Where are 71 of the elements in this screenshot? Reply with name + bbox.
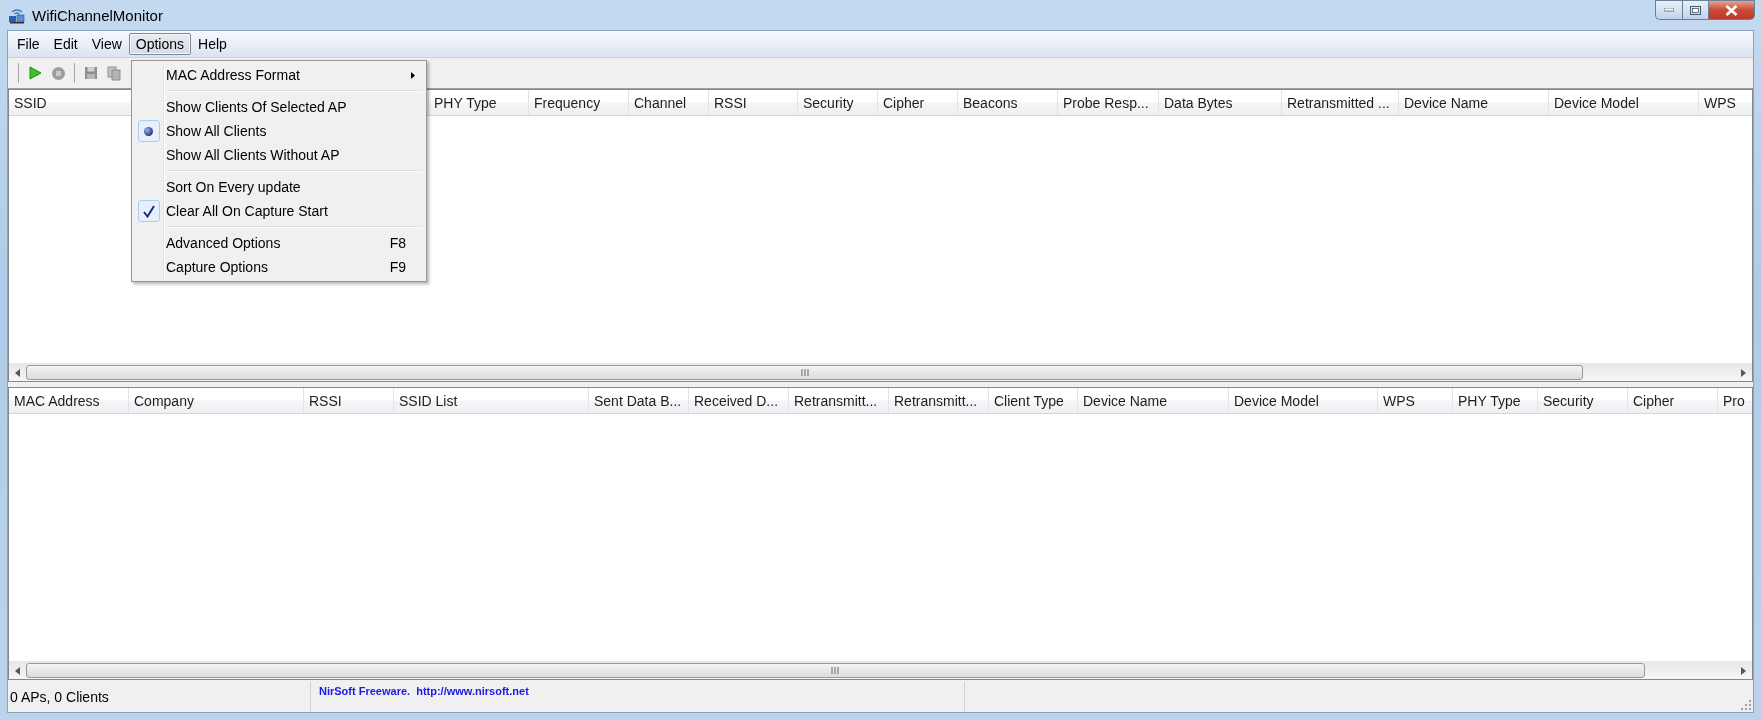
column-header[interactable]: Device Model <box>1549 90 1699 115</box>
column-header[interactable]: RSSI <box>304 388 394 413</box>
column-header[interactable]: Channel <box>629 90 709 115</box>
column-header[interactable]: Retransmitted ... <box>1282 90 1399 115</box>
menu-bar-item[interactable]: Options <box>128 33 192 55</box>
resize-grip-icon[interactable] <box>1741 700 1751 710</box>
status-text: 0 APs, 0 Clients <box>10 689 109 705</box>
menu-item[interactable]: Show All Clients Without AP <box>134 143 424 167</box>
menu-bar-item[interactable]: View <box>84 33 129 55</box>
column-header[interactable]: WPS <box>1699 90 1752 115</box>
column-header[interactable]: Security <box>1538 388 1628 413</box>
column-header[interactable]: PHY Type <box>429 90 529 115</box>
column-header[interactable]: WPS <box>1378 388 1453 413</box>
submenu-arrow-icon <box>411 71 415 79</box>
column-header[interactable]: Cipher <box>1628 388 1718 413</box>
maximize-button[interactable] <box>1682 0 1709 20</box>
close-button[interactable] <box>1709 0 1755 20</box>
column-header[interactable]: Probe Resp... <box>1058 90 1159 115</box>
horizontal-scrollbar[interactable] <box>9 363 1752 381</box>
window-title: WifiChannelMonitor <box>32 6 163 24</box>
column-header[interactable]: Data Bytes <box>1159 90 1282 115</box>
menu-item[interactable]: Clear All On Capture Start <box>134 199 424 223</box>
scroll-thumb[interactable] <box>26 365 1584 380</box>
play-icon <box>28 66 42 80</box>
maximize-icon <box>1690 5 1701 15</box>
column-header[interactable]: Security <box>798 90 878 115</box>
minimize-button[interactable] <box>1655 0 1682 20</box>
stop-icon <box>50 65 66 81</box>
menu-item[interactable]: Sort On Every update <box>134 175 424 199</box>
column-header[interactable]: RSSI <box>709 90 798 115</box>
column-header[interactable]: Cipher <box>878 90 958 115</box>
column-header[interactable]: Device Name <box>1399 90 1549 115</box>
website-link[interactable]: NirSoft Freeware. http://www.nirsoft.net <box>319 685 529 697</box>
column-header[interactable]: MAC Address <box>9 388 129 413</box>
wifi-computer-icon <box>8 6 26 24</box>
close-icon <box>1725 4 1738 16</box>
column-header[interactable]: Received D... <box>689 388 789 413</box>
menu-bar-item[interactable]: Edit <box>46 33 85 55</box>
scroll-right-icon[interactable] <box>1741 666 1746 675</box>
scroll-left-icon[interactable] <box>15 666 20 675</box>
column-header[interactable]: SSID List <box>394 388 589 413</box>
column-header[interactable]: Beacons <box>958 90 1058 115</box>
scroll-left-icon[interactable] <box>15 368 20 377</box>
grip-icon <box>800 369 809 376</box>
column-header[interactable]: Frequency <box>529 90 629 115</box>
column-header[interactable]: Device Name <box>1078 388 1229 413</box>
column-header[interactable]: Retransmitt... <box>889 388 989 413</box>
menu-item[interactable]: MAC Address Format <box>134 63 424 87</box>
menu-item[interactable]: Show Clients Of Selected AP <box>134 95 424 119</box>
column-header[interactable]: Sent Data B... <box>589 388 689 413</box>
menu-bar-item[interactable]: Help <box>191 33 234 55</box>
copy-icon <box>107 65 121 81</box>
menu-item[interactable]: Capture Options F9 <box>134 255 424 279</box>
shortcut-label: F8 <box>389 235 406 251</box>
column-header[interactable]: Client Type <box>989 388 1078 413</box>
menu-bar-item[interactable]: File <box>10 33 47 55</box>
column-header[interactable]: Device Model <box>1229 388 1378 413</box>
radio-dot-icon <box>144 126 153 136</box>
column-header[interactable]: Company <box>129 388 304 413</box>
grip-icon <box>831 667 840 674</box>
column-header[interactable]: Retransmitt... <box>789 388 889 413</box>
menu-item[interactable]: Advanced Options F8 <box>134 231 424 255</box>
checkmark-icon <box>142 204 155 218</box>
horizontal-scrollbar[interactable] <box>9 661 1752 679</box>
minimize-icon <box>1664 8 1674 12</box>
column-header[interactable]: Pro <box>1718 388 1752 413</box>
scroll-thumb[interactable] <box>26 663 1645 678</box>
menu-item[interactable]: Show All Clients <box>134 119 424 143</box>
scroll-right-icon[interactable] <box>1741 368 1746 377</box>
column-header[interactable]: PHY Type <box>1453 388 1538 413</box>
shortcut-label: F9 <box>389 259 406 275</box>
